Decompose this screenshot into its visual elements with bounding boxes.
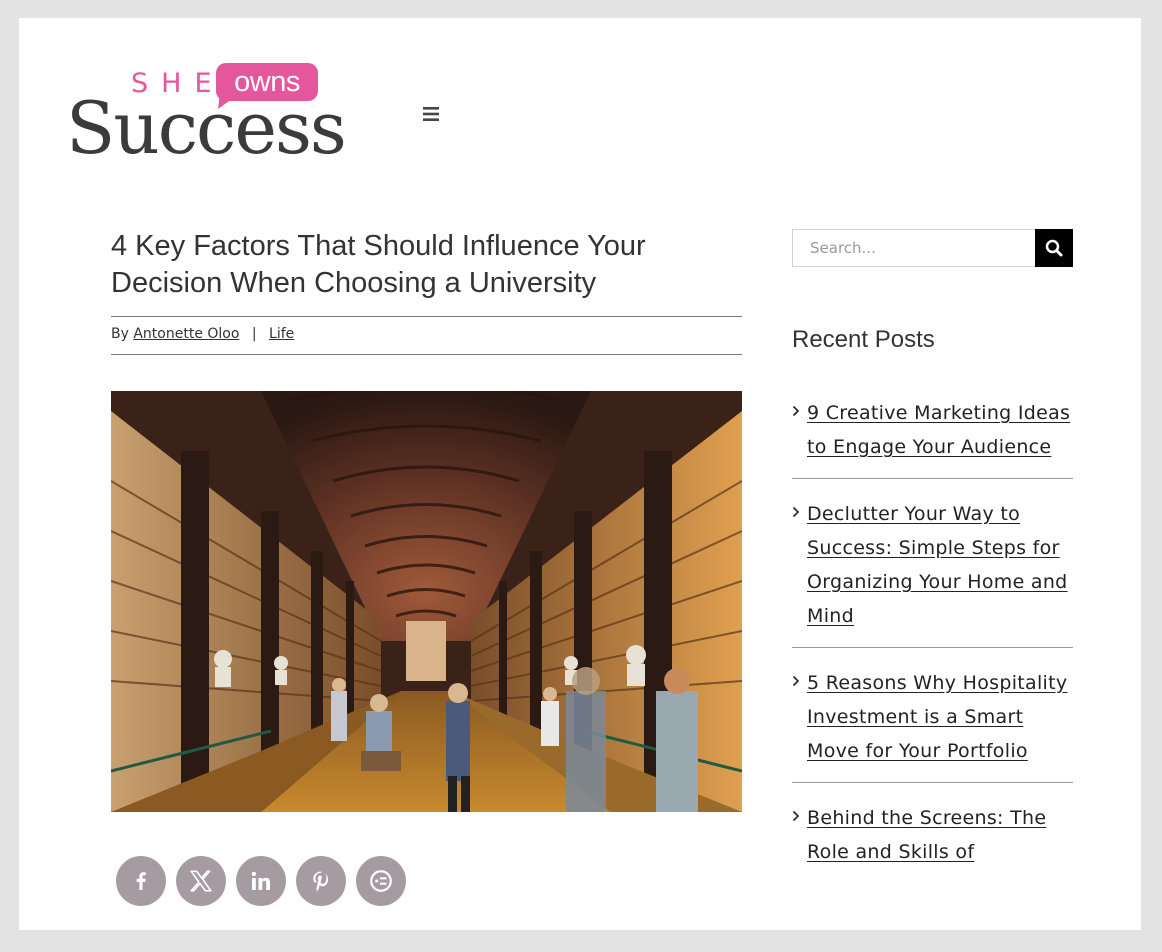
search-input[interactable] bbox=[792, 229, 1035, 267]
search-icon bbox=[1045, 239, 1063, 257]
article-featured-image bbox=[111, 391, 742, 812]
recent-post-link[interactable]: 5 Reasons Why Hospitality Investment is … bbox=[807, 672, 1067, 762]
chevron-right-icon bbox=[792, 405, 800, 417]
pinterest-icon bbox=[313, 871, 329, 892]
article-meta: By Antonette Oloo | Life bbox=[111, 326, 294, 342]
list-item: 5 Reasons Why Hospitality Investment is … bbox=[792, 663, 1073, 783]
recent-post-link[interactable]: Behind the Screens: The Role and Skills … bbox=[807, 807, 1046, 863]
meta-separator: | bbox=[251, 326, 257, 342]
recent-post-link[interactable]: Declutter Your Way to Success: Simple St… bbox=[807, 503, 1068, 627]
page: SHE owns Success 4 Key Factors That Shou… bbox=[19, 18, 1141, 930]
recent-posts-heading: Recent Posts bbox=[792, 326, 935, 353]
category-link[interactable]: Life bbox=[269, 326, 294, 342]
chevron-right-icon bbox=[792, 810, 800, 822]
logo-success-text: Success bbox=[66, 86, 347, 170]
sidebar-search bbox=[792, 229, 1073, 267]
chevron-right-icon bbox=[792, 506, 800, 518]
site-logo[interactable]: SHE owns Success bbox=[66, 62, 366, 172]
list-item: 9 Creative Marketing Ideas to Engage You… bbox=[792, 393, 1073, 479]
pinterest-share-button[interactable] bbox=[296, 856, 346, 906]
recent-post-link[interactable]: 9 Creative Marketing Ideas to Engage You… bbox=[807, 402, 1070, 458]
facebook-share-button[interactable] bbox=[116, 856, 166, 906]
x-icon bbox=[190, 870, 212, 892]
library-hall-photo bbox=[111, 391, 742, 812]
meta-divider-top bbox=[111, 316, 742, 317]
x-share-button[interactable] bbox=[176, 856, 226, 906]
by-label: By bbox=[111, 326, 129, 342]
search-button[interactable] bbox=[1035, 229, 1073, 267]
social-share-bar bbox=[116, 856, 406, 906]
facebook-icon bbox=[136, 872, 146, 890]
hamburger-icon[interactable] bbox=[421, 104, 441, 124]
recent-posts-list: 9 Creative Marketing Ideas to Engage You… bbox=[792, 393, 1073, 898]
chevron-right-icon bbox=[792, 675, 800, 687]
linkedin-icon bbox=[251, 871, 270, 890]
meta-divider-bottom bbox=[111, 354, 742, 355]
list-item: Declutter Your Way to Success: Simple St… bbox=[792, 494, 1073, 648]
article-title: 4 Key Factors That Should Influence Your… bbox=[111, 230, 646, 299]
list-item: Behind the Screens: The Role and Skills … bbox=[792, 798, 1073, 883]
more-share-button[interactable] bbox=[356, 856, 406, 906]
author-link[interactable]: Antonette Oloo bbox=[133, 326, 239, 342]
linkedin-share-button[interactable] bbox=[236, 856, 286, 906]
more-icon bbox=[370, 870, 392, 892]
